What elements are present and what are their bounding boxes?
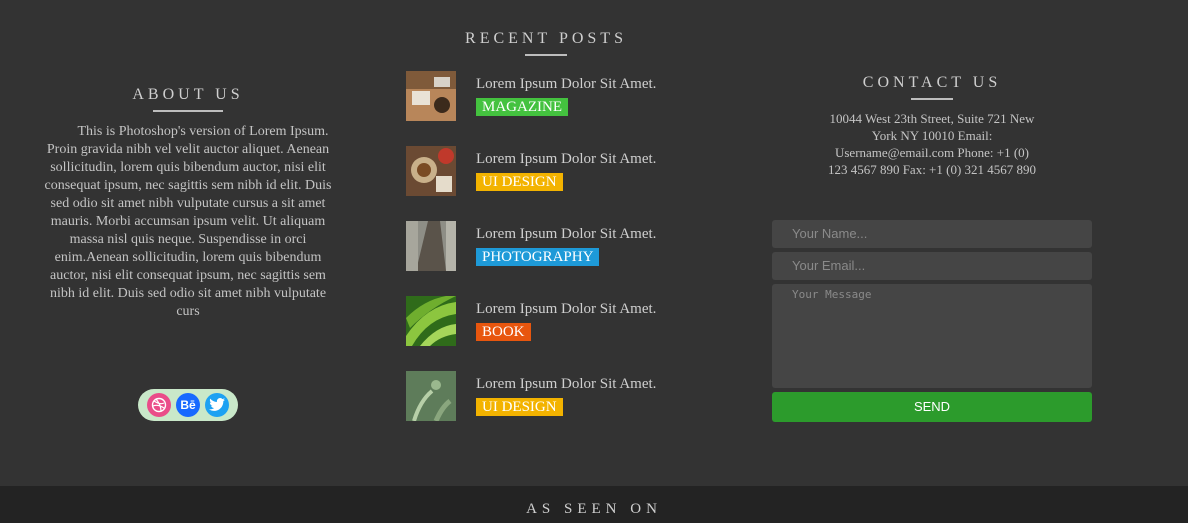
dribbble-icon[interactable] xyxy=(147,393,171,417)
social-links: Bē xyxy=(138,389,238,421)
message-input[interactable]: Your Message xyxy=(772,284,1092,388)
post-tag[interactable]: MAGAZINE xyxy=(476,98,568,116)
post-thumbnail[interactable] xyxy=(406,221,456,271)
post-title[interactable]: Lorem Ipsum Dolor Sit Amet. xyxy=(476,76,656,93)
post-thumbnail[interactable] xyxy=(406,371,456,421)
send-button[interactable]: SEND xyxy=(772,392,1092,422)
post-title[interactable]: Lorem Ipsum Dolor Sit Amet. xyxy=(476,376,656,393)
post-title[interactable]: Lorem Ipsum Dolor Sit Amet. xyxy=(476,301,656,318)
recent-posts-header: RECENT POSTS xyxy=(410,30,682,56)
as-seen-on-title: AS SEEN ON xyxy=(526,501,662,517)
post-title[interactable]: Lorem Ipsum Dolor Sit Amet. xyxy=(476,151,656,168)
recent-posts-title: RECENT POSTS xyxy=(465,30,627,47)
post-thumbnail[interactable] xyxy=(406,146,456,196)
twitter-icon[interactable] xyxy=(205,393,229,417)
post-tag[interactable]: PHOTOGRAPHY xyxy=(476,248,600,266)
name-input[interactable]: Your Name... xyxy=(772,220,1092,248)
contact-section: CONTACT US 10044 West 23th Street, Suite… xyxy=(772,74,1092,178)
contact-title: CONTACT US xyxy=(862,74,1002,91)
post-tag[interactable]: UI DESIGN xyxy=(476,398,563,416)
post-item[interactable]: Lorem Ipsum Dolor Sit Amet. PHOTOGRAPHY xyxy=(406,221,706,271)
dribbble-glyph xyxy=(151,397,167,413)
contact-title-underline xyxy=(911,98,953,100)
email-input[interactable]: Your Email... xyxy=(772,252,1092,280)
behance-icon[interactable]: Bē xyxy=(176,393,200,417)
about-text: This is Photoshop's version of Lorem Ips… xyxy=(44,124,332,319)
about-title: ABOUT US xyxy=(132,86,244,103)
post-thumbnail[interactable] xyxy=(406,71,456,121)
post-item[interactable]: Lorem Ipsum Dolor Sit Amet. UI DESIGN xyxy=(406,146,706,196)
as-seen-on-bar: AS SEEN ON xyxy=(0,486,1188,523)
post-item[interactable]: Lorem Ipsum Dolor Sit Amet. UI DESIGN xyxy=(406,371,706,421)
contact-info: 10044 West 23th Street, Suite 721 New Yo… xyxy=(827,111,1037,177)
post-item[interactable]: Lorem Ipsum Dolor Sit Amet. MAGAZINE xyxy=(406,71,706,121)
post-item[interactable]: Lorem Ipsum Dolor Sit Amet. BOOK xyxy=(406,296,706,346)
about-section: ABOUT US This is Photoshop's version of … xyxy=(44,86,332,321)
about-title-underline xyxy=(153,110,223,112)
recent-posts-underline xyxy=(525,54,567,56)
post-title[interactable]: Lorem Ipsum Dolor Sit Amet. xyxy=(476,226,656,243)
post-tag[interactable]: UI DESIGN xyxy=(476,173,563,191)
twitter-glyph xyxy=(209,398,225,411)
post-tag[interactable]: BOOK xyxy=(476,323,531,341)
post-thumbnail[interactable] xyxy=(406,296,456,346)
